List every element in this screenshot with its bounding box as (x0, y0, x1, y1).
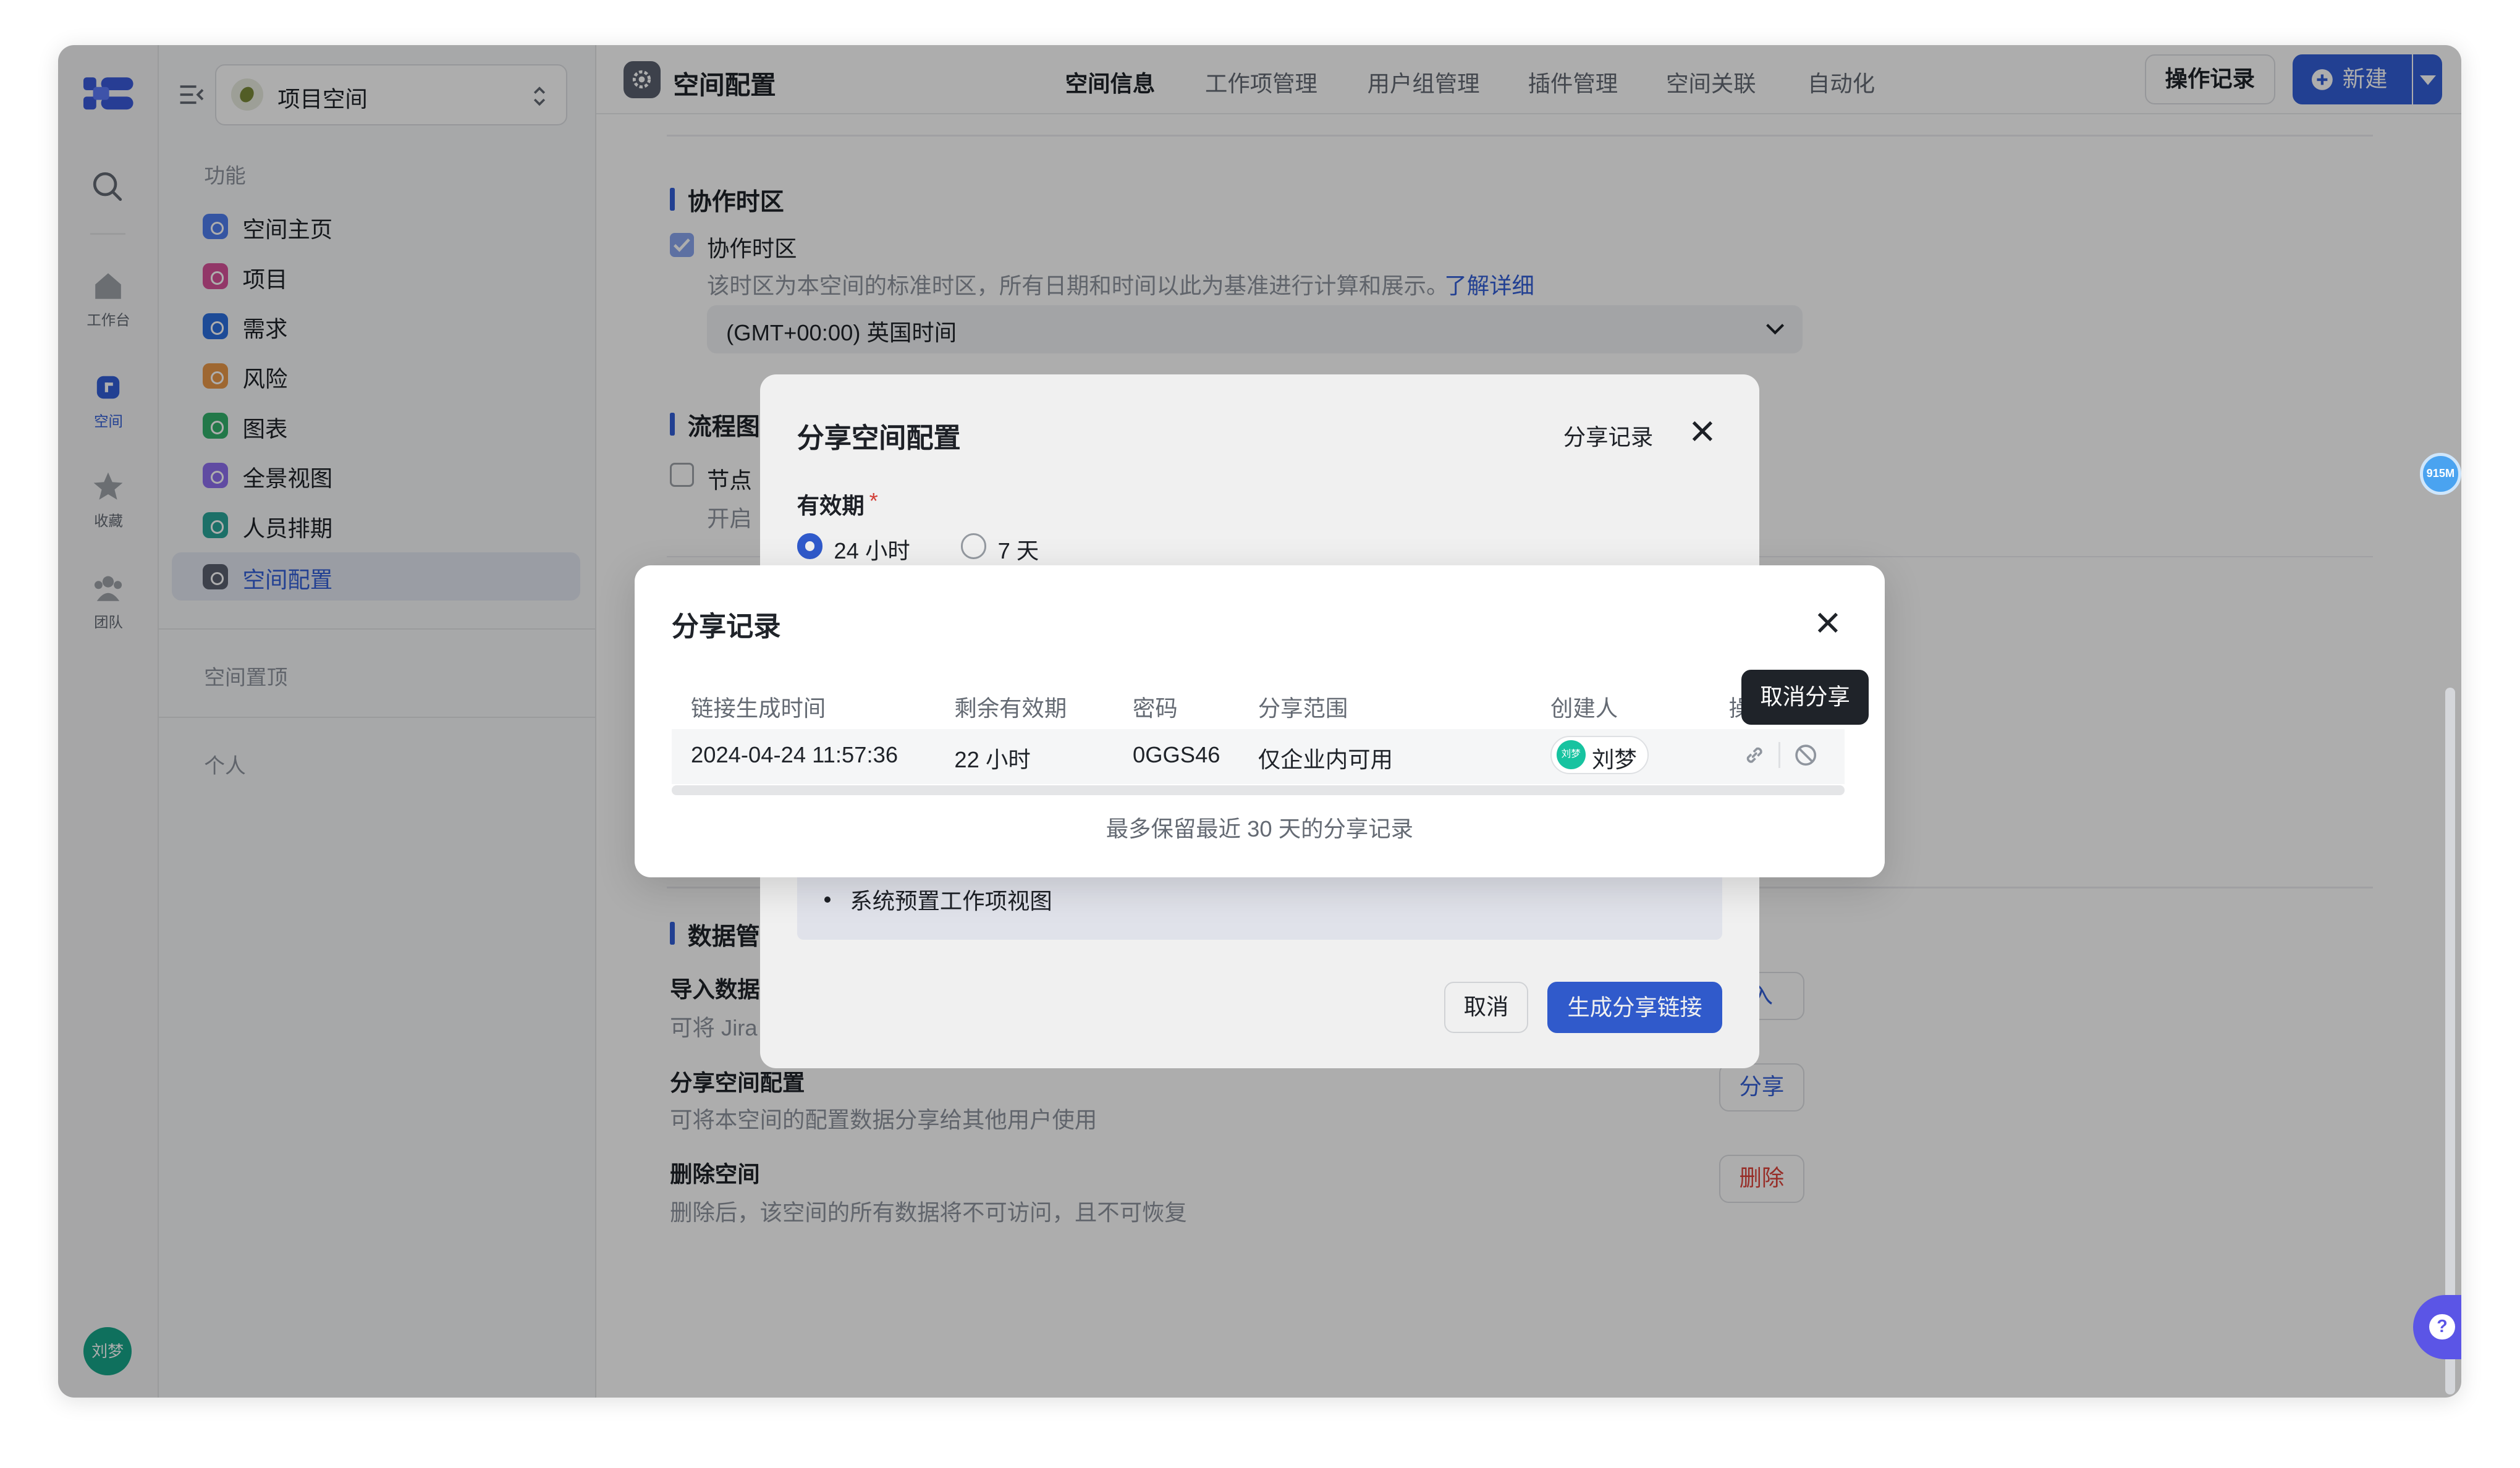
column-header-creator: 创建人 (1550, 695, 1618, 721)
help-icon: ? (2429, 1314, 2455, 1340)
memory-badge[interactable]: 915M (2419, 453, 2462, 495)
page-scrollbar[interactable] (2445, 687, 2455, 1394)
share-records-dialog: 分享记录 链接生成时间 剩余有效期 密码 分享范围 创建人 操 2024-04-… (634, 565, 1885, 877)
row-created-time: 2024-04-24 11:57:36 (690, 742, 898, 768)
copy-link-icon[interactable] (1743, 744, 1765, 766)
records-footer-note: 最多保留最近 30 天的分享记录 (1106, 816, 1413, 842)
action-divider (1778, 742, 1780, 768)
column-header-remaining: 剩余有效期 (954, 695, 1067, 721)
cancel-share-icon[interactable] (1795, 744, 1817, 766)
creator-name: 刘梦 (1591, 746, 1637, 772)
records-dialog-title: 分享记录 (671, 611, 781, 642)
column-header-created: 链接生成时间 (690, 695, 826, 721)
row-scope: 仅企业内可用 (1258, 747, 1393, 773)
column-header-scope: 分享范围 (1258, 695, 1348, 721)
column-header-password: 密码 (1132, 695, 1178, 721)
app-window: 工作台 空间 收藏 团队 刘梦 项目空间 功能 空间主页 项目 需求 风险 图表… (57, 44, 2462, 1398)
creator-avatar: 刘梦 (1556, 740, 1586, 769)
cancel-share-tooltip: 取消分享 (1741, 670, 1869, 725)
close-icon[interactable] (1817, 612, 1838, 633)
row-remaining: 22 小时 (954, 747, 1031, 773)
horizontal-scrollbar[interactable] (671, 785, 1845, 795)
creator-chip: 刘梦 刘梦 (1550, 735, 1649, 775)
row-password: 0GGS46 (1132, 742, 1220, 768)
